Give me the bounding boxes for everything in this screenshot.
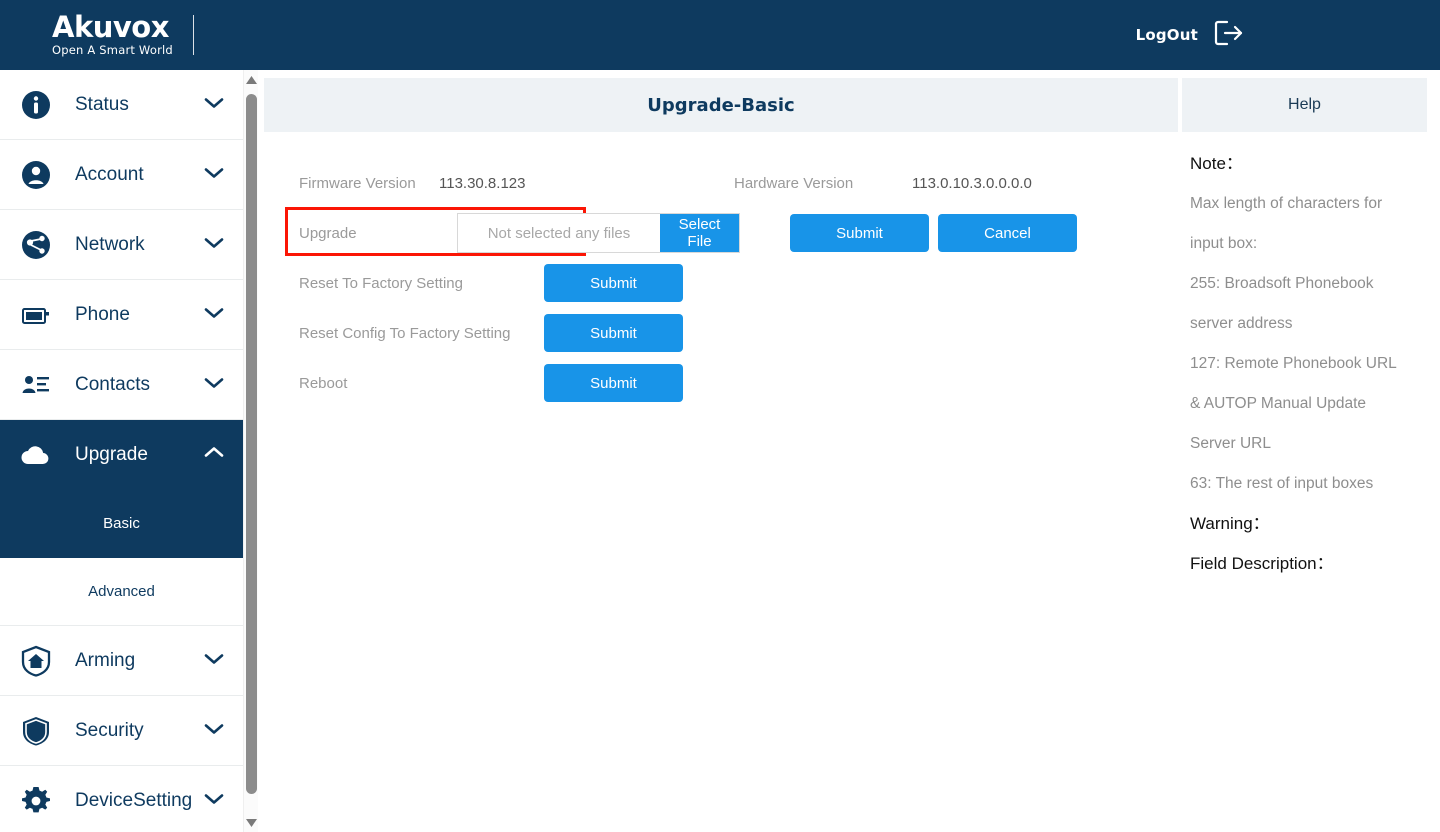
- chevron-down-icon[interactable]: [203, 375, 225, 394]
- network-share-icon: [18, 227, 54, 263]
- help-field-description-heading: Field Description：: [1190, 554, 1334, 573]
- sidebar-item-account[interactable]: Account: [0, 140, 243, 210]
- chevron-down-icon[interactable]: [203, 95, 225, 114]
- reset-config-submit-button[interactable]: Submit: [544, 314, 683, 352]
- reboot-row: Reboot Submit: [264, 358, 1178, 408]
- sidebar-item-label: Phone: [75, 303, 130, 325]
- help-line: 63: The rest of input boxes: [1190, 475, 1374, 492]
- sidebar-subitem-label: Basic: [103, 515, 140, 532]
- upgrade-form: Firmware Version 113.30.8.123 Hardware V…: [264, 132, 1178, 408]
- sidebar-item-label: Network: [75, 233, 145, 255]
- help-title: Help: [1288, 96, 1321, 113]
- sidebar-item-upgrade[interactable]: Upgrade: [0, 420, 243, 490]
- sidebar-scrollbar-thumb[interactable]: [246, 94, 257, 794]
- chevron-up-icon[interactable]: [203, 445, 225, 464]
- sidebar-item-label: Upgrade: [75, 443, 148, 465]
- help-line: Server URL: [1190, 435, 1271, 452]
- sidebar-item-label: DeviceSetting: [75, 789, 193, 811]
- upgrade-file-input[interactable]: Not selected any files Select File: [457, 213, 740, 253]
- chevron-down-icon[interactable]: [203, 651, 225, 670]
- brand-tagline: Open A Smart World: [52, 43, 173, 58]
- help-warning-heading: Warning：: [1190, 514, 1270, 533]
- page-title: Upgrade-Basic: [647, 94, 795, 116]
- reset-factory-row: Reset To Factory Setting Submit: [264, 258, 1178, 308]
- reset-config-label: Reset Config To Factory Setting: [299, 324, 511, 342]
- sidebar-scrollbar[interactable]: [243, 70, 258, 832]
- reset-factory-submit-button[interactable]: Submit: [544, 264, 683, 302]
- shield-icon: [18, 713, 54, 749]
- upgrade-submit-button[interactable]: Submit: [790, 214, 929, 252]
- gear-icon: [18, 783, 54, 819]
- reset-factory-label: Reset To Factory Setting: [299, 274, 463, 292]
- chevron-down-icon[interactable]: [203, 305, 225, 324]
- chevron-down-icon[interactable]: [203, 721, 225, 740]
- upgrade-row: Upgrade Not selected any files Select Fi…: [264, 208, 1178, 258]
- brand-logo[interactable]: Akuvox Open A Smart World: [52, 13, 194, 57]
- chevron-down-icon[interactable]: [203, 791, 225, 810]
- scroll-up-arrow-icon[interactable]: [244, 72, 259, 87]
- chevron-down-icon[interactable]: [203, 235, 225, 254]
- sidebar-item-contacts[interactable]: Contacts: [0, 350, 243, 420]
- cloud-upload-icon: [18, 437, 54, 473]
- logo-divider: [192, 15, 194, 55]
- logout-arrow-icon: [1214, 20, 1244, 51]
- sidebar-item-devicesetting[interactable]: DeviceSetting: [0, 766, 243, 832]
- help-line: 255: Broadsoft Phonebook: [1190, 275, 1374, 292]
- brand-name: Akuvox: [52, 10, 169, 45]
- info-circle-icon: [18, 87, 54, 123]
- sidebar-item-security[interactable]: Security: [0, 696, 243, 766]
- hardware-version-value: 113.0.10.3.0.0.0.0: [912, 174, 1032, 192]
- scroll-down-arrow-icon[interactable]: [244, 815, 259, 830]
- sidebar-item-network[interactable]: Network: [0, 210, 243, 280]
- sidebar-item-arming[interactable]: Arming: [0, 626, 243, 696]
- reboot-label: Reboot: [299, 374, 348, 392]
- version-row: Firmware Version 113.30.8.123 Hardware V…: [264, 158, 1178, 208]
- sidebar-item-label: Contacts: [75, 373, 150, 395]
- help-line: 127: Remote Phonebook URL: [1190, 355, 1397, 372]
- reboot-submit-button[interactable]: Submit: [544, 364, 683, 402]
- help-line: Max length of characters for: [1190, 195, 1383, 212]
- logout-label: LogOut: [1135, 26, 1198, 44]
- help-line: input box:: [1190, 235, 1258, 252]
- sidebar-item-label: Account: [75, 163, 144, 185]
- sidebar-item-label: Security: [75, 719, 144, 741]
- user-circle-icon: [18, 157, 54, 193]
- chevron-down-icon[interactable]: [203, 165, 225, 184]
- phone-screen-icon: [18, 297, 54, 333]
- hardware-version-label: Hardware Version: [734, 174, 854, 192]
- main-panel: Upgrade-Basic Firmware Version 113.30.8.…: [264, 78, 1178, 832]
- sidebar-item-status[interactable]: Status: [0, 70, 243, 140]
- contacts-list-icon: [18, 367, 54, 403]
- help-body: Note： Max length of characters for input…: [1182, 132, 1427, 584]
- sidebar-item-phone[interactable]: Phone: [0, 280, 243, 350]
- select-file-button[interactable]: Select File: [660, 214, 739, 252]
- upgrade-file-placeholder: Not selected any files: [487, 224, 631, 242]
- sidebar-item-label: Status: [75, 93, 129, 115]
- logout-button[interactable]: LogOut: [1136, 0, 1440, 70]
- help-header: Help: [1182, 78, 1427, 132]
- help-line: & AUTOP Manual Update: [1190, 395, 1367, 412]
- sidebar-subitem-basic[interactable]: Basic: [0, 490, 243, 558]
- help-note-heading: Note：: [1190, 154, 1243, 173]
- sidebar-nav: Status Account Network Phone Contacts Up…: [0, 70, 243, 832]
- home-shield-icon: [18, 643, 54, 679]
- firmware-version-value: 113.30.8.123: [439, 174, 526, 192]
- sidebar-subitem-advanced[interactable]: Advanced: [0, 558, 243, 626]
- help-panel: Help Note： Max length of characters for …: [1182, 78, 1427, 832]
- top-bar: Akuvox Open A Smart World LogOut: [0, 0, 1440, 70]
- sidebar-item-label: Arming: [75, 649, 136, 671]
- help-line: server address: [1190, 315, 1293, 332]
- sidebar-subitem-label: Advanced: [88, 583, 155, 600]
- upgrade-cancel-button[interactable]: Cancel: [938, 214, 1077, 252]
- panel-header: Upgrade-Basic: [264, 78, 1178, 132]
- reset-config-row: Reset Config To Factory Setting Submit: [264, 308, 1178, 358]
